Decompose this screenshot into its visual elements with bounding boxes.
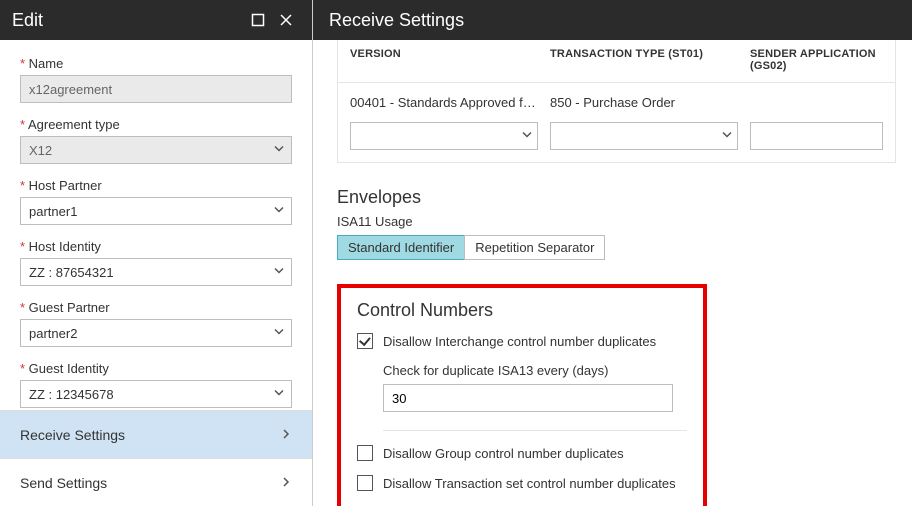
chevron-down-icon [273,265,285,280]
host-partner-value: partner1 [29,204,77,219]
chevron-right-icon [280,427,292,443]
col-transaction-type-header: TRANSACTION TYPE (ST01) [550,48,750,72]
host-identity-select[interactable]: ZZ : 87654321 [20,258,292,286]
guest-partner-select[interactable]: partner2 [20,319,292,347]
col-sender-app-header: SENDER APPLICATION (GS02) [750,48,883,72]
disallow-transaction-label: Disallow Transaction set control number … [383,476,676,491]
guest-identity-select[interactable]: ZZ : 12345678 [20,380,292,408]
sender-app-input[interactable] [750,122,883,150]
disallow-interchange-checkbox[interactable] [357,333,373,349]
disallow-group-label: Disallow Group control number duplicates [383,446,624,461]
agreement-type-select: X12 [20,136,292,164]
send-settings-label: Send Settings [20,475,107,491]
disallow-transaction-checkbox[interactable] [357,475,373,491]
host-identity-label: Host Identity [20,239,292,254]
name-label: Name [20,56,292,71]
chevron-down-icon [273,143,285,158]
isa11-usage-label: ISA11 Usage [337,214,896,229]
disallow-group-checkbox[interactable] [357,445,373,461]
edit-titlebar: Edit [0,0,312,40]
divider [383,430,687,431]
send-settings-nav[interactable]: Send Settings [0,458,312,506]
chevron-down-icon [721,129,733,144]
repetition-separator-button[interactable]: Repetition Separator [464,235,605,260]
disallow-interchange-label: Disallow Interchange control number dupl… [383,334,656,349]
receive-settings-nav[interactable]: Receive Settings [0,410,312,458]
edit-blade: Edit Name Agreement type X12 H [0,0,313,506]
receive-settings-label: Receive Settings [20,427,125,443]
guest-partner-value: partner2 [29,326,77,341]
envelopes-title: Envelopes [337,187,896,208]
isa11-usage-toggle: Standard Identifier Repetition Separator [337,235,896,260]
agreement-type-value: X12 [29,143,52,158]
receive-settings-titlebar: Receive Settings [313,0,912,40]
table-row: 00401 - Standards Approved for P... 850 … [338,83,895,122]
cell-transaction-type: 850 - Purchase Order [550,95,750,110]
version-select[interactable] [350,122,538,150]
close-button[interactable] [272,6,300,34]
transaction-table: VERSION TRANSACTION TYPE (ST01) SENDER A… [337,40,896,163]
check-duplicate-isa13-label: Check for duplicate ISA13 every (days) [383,363,687,378]
control-numbers-title: Control Numbers [357,300,687,321]
chevron-right-icon [280,475,292,491]
chevron-down-icon [273,326,285,341]
standard-identifier-button[interactable]: Standard Identifier [337,235,464,260]
chevron-down-icon [521,129,533,144]
host-partner-label: Host Partner [20,178,292,193]
col-version-header: VERSION [350,48,550,72]
host-partner-select[interactable]: partner1 [20,197,292,225]
guest-identity-value: ZZ : 12345678 [29,387,114,402]
receive-settings-blade: Receive Settings VERSION TRANSACTION TYP… [313,0,912,506]
edit-title: Edit [12,10,43,31]
guest-identity-label: Guest Identity [20,361,292,376]
agreement-type-label: Agreement type [20,117,292,132]
name-input [20,75,292,103]
maximize-button[interactable] [244,6,272,34]
cell-version: 00401 - Standards Approved for P... [350,95,550,110]
host-identity-value: ZZ : 87654321 [29,265,114,280]
chevron-down-icon [273,387,285,402]
control-numbers-section: Control Numbers Disallow Interchange con… [337,284,707,506]
transaction-type-select[interactable] [550,122,738,150]
receive-settings-title: Receive Settings [329,10,464,31]
chevron-down-icon [273,204,285,219]
check-duplicate-isa13-input[interactable] [383,384,673,412]
guest-partner-label: Guest Partner [20,300,292,315]
